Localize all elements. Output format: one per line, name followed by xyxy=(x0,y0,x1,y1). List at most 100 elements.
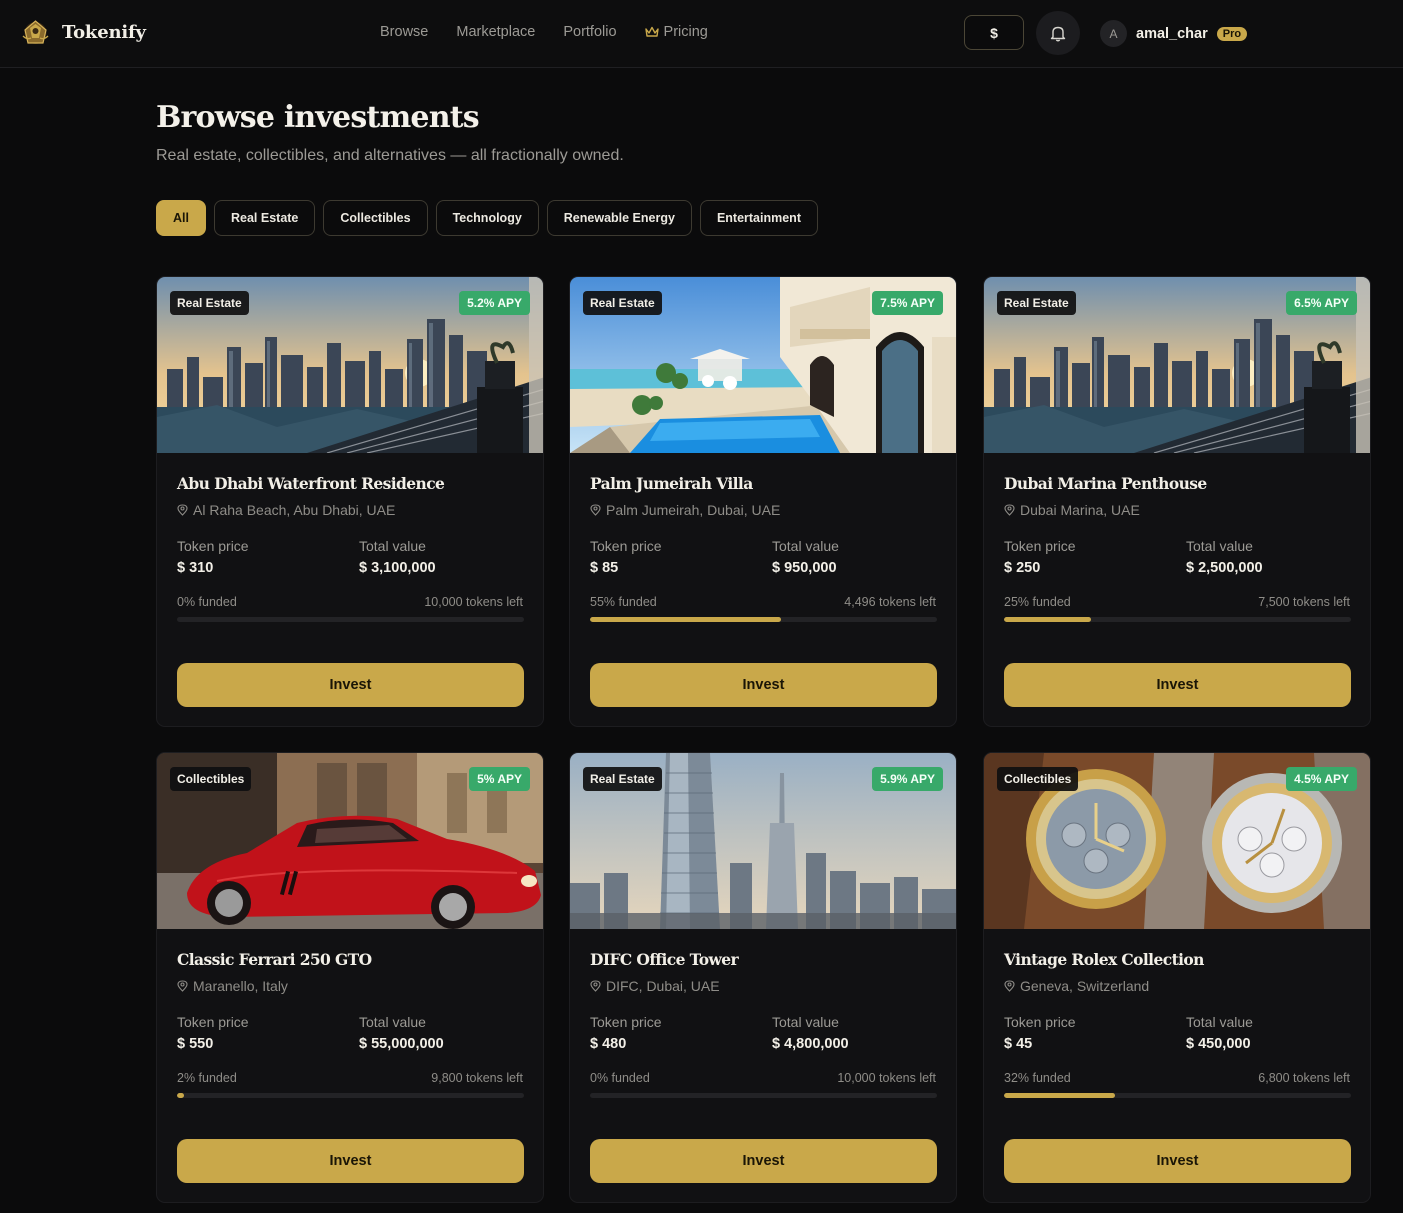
total-value-label: Total value xyxy=(1186,1014,1253,1030)
apy-badge: 6.5% APY xyxy=(1286,291,1357,315)
card-location: Geneva, Switzerland xyxy=(1004,978,1149,994)
funding-progress-bar xyxy=(1004,1093,1351,1098)
card-title: Classic Ferrari 250 GTO xyxy=(177,950,372,969)
user-menu[interactable]: A amal_char Pro xyxy=(1100,20,1248,47)
currency-button[interactable]: $ xyxy=(964,15,1024,50)
funding-progress-bar xyxy=(590,617,937,622)
location-text: Maranello, Italy xyxy=(193,978,288,994)
investment-card[interactable]: Collectibles 4.5% APY Vintage Rolex Coll… xyxy=(983,752,1371,1203)
card-title: Abu Dhabi Waterfront Residence xyxy=(177,474,445,493)
plan-badge: Pro xyxy=(1216,26,1248,41)
total-value-label: Total value xyxy=(772,538,839,554)
token-price-label: Token price xyxy=(590,1014,662,1030)
filter-real-estate[interactable]: Real Estate xyxy=(213,200,316,236)
apy-badge: 5.9% APY xyxy=(872,767,943,791)
token-price-value: $ 550 xyxy=(177,1036,214,1052)
token-price-value: $ 45 xyxy=(1004,1036,1033,1052)
token-price-value: $ 310 xyxy=(177,560,214,576)
total-value-value: $ 2,500,000 xyxy=(1186,560,1263,576)
category-badge: Real Estate xyxy=(583,767,662,791)
filter-entertainment[interactable]: Entertainment xyxy=(699,200,818,236)
card-title: Palm Jumeirah Villa xyxy=(590,474,753,493)
funding-progress-fill xyxy=(1004,1093,1116,1098)
location-text: Geneva, Switzerland xyxy=(1020,978,1150,994)
total-value-value: $ 950,000 xyxy=(772,560,837,576)
filter-collectibles[interactable]: Collectibles xyxy=(323,200,428,236)
nav-pricing[interactable]: Pricing xyxy=(644,24,708,40)
token-price-label: Token price xyxy=(177,538,249,554)
category-badge: Real Estate xyxy=(583,291,662,315)
notifications-button[interactable] xyxy=(1036,11,1080,55)
filter-technology[interactable]: Technology xyxy=(435,200,539,236)
map-pin-icon xyxy=(177,980,188,992)
category-badge: Real Estate xyxy=(997,291,1076,315)
total-value-label: Total value xyxy=(1186,538,1253,554)
investment-card[interactable]: Real Estate 5.9% APY DIFC Office Tower D… xyxy=(569,752,957,1203)
category-badge: Real Estate xyxy=(170,291,249,315)
total-value-label: Total value xyxy=(359,538,426,554)
invest-button[interactable]: Invest xyxy=(1004,1139,1351,1183)
investment-card[interactable]: Real Estate 5.2% APY Abu Dhabi Waterfron… xyxy=(156,276,544,727)
map-pin-icon xyxy=(177,504,188,516)
card-location: Al Raha Beach, Abu Dhabi, UAE xyxy=(177,502,395,518)
funding-progress-bar xyxy=(177,1093,524,1098)
tokens-left-text: 4,496 tokens left xyxy=(844,595,936,609)
card-title: Dubai Marina Penthouse xyxy=(1004,474,1207,493)
total-value-value: $ 3,100,000 xyxy=(359,560,436,576)
funded-text: 55% funded xyxy=(590,595,657,609)
investment-card[interactable]: Real Estate 6.5% APY Dubai Marina Pentho… xyxy=(983,276,1371,727)
invest-button[interactable]: Invest xyxy=(177,663,524,707)
total-value-label: Total value xyxy=(772,1014,839,1030)
card-location: DIFC, Dubai, UAE xyxy=(590,978,720,994)
crown-icon xyxy=(644,26,659,37)
funded-text: 0% funded xyxy=(177,595,237,609)
tokens-left-text: 10,000 tokens left xyxy=(424,595,523,609)
map-pin-icon xyxy=(590,980,601,992)
card-location: Palm Jumeirah, Dubai, UAE xyxy=(590,502,780,518)
funding-progress-bar xyxy=(590,1093,937,1098)
card-location: Dubai Marina, UAE xyxy=(1004,502,1140,518)
tokens-left-text: 10,000 tokens left xyxy=(837,1071,936,1085)
total-value-value: $ 450,000 xyxy=(1186,1036,1251,1052)
map-pin-icon xyxy=(590,504,601,516)
tokens-left-text: 6,800 tokens left xyxy=(1258,1071,1350,1085)
category-badge: Collectibles xyxy=(170,767,252,791)
filter-all[interactable]: All xyxy=(156,200,206,236)
invest-button[interactable]: Invest xyxy=(177,1139,524,1183)
category-badge: Collectibles xyxy=(997,767,1079,791)
card-title: DIFC Office Tower xyxy=(590,950,739,969)
page-title: Browse investments xyxy=(156,100,480,135)
top-navbar: Tokenify Browse Marketplace Portfolio Pr… xyxy=(0,0,1403,68)
funding-progress-fill xyxy=(1004,617,1091,622)
nav-portfolio[interactable]: Portfolio xyxy=(563,24,616,40)
apy-badge: 4.5% APY xyxy=(1286,767,1357,791)
category-filters: All Real Estate Collectibles Technology … xyxy=(156,200,818,236)
investment-card[interactable]: Collectibles 5% APY Classic Ferrari 250 … xyxy=(156,752,544,1203)
token-price-label: Token price xyxy=(177,1014,249,1030)
funded-text: 32% funded xyxy=(1004,1071,1071,1085)
apy-badge: 7.5% APY xyxy=(872,291,943,315)
location-text: Dubai Marina, UAE xyxy=(1020,502,1140,518)
invest-button[interactable]: Invest xyxy=(590,1139,937,1183)
tokens-left-text: 9,800 tokens left xyxy=(431,1071,523,1085)
location-text: Palm Jumeirah, Dubai, UAE xyxy=(606,502,781,518)
crest-logo-icon xyxy=(22,20,49,44)
token-price-label: Token price xyxy=(590,538,662,554)
total-value-label: Total value xyxy=(359,1014,426,1030)
funded-text: 0% funded xyxy=(590,1071,650,1085)
token-price-value: $ 85 xyxy=(590,560,619,576)
invest-button[interactable]: Invest xyxy=(1004,663,1351,707)
invest-button[interactable]: Invest xyxy=(590,663,937,707)
funding-progress-bar xyxy=(1004,617,1351,622)
token-price-value: $ 480 xyxy=(590,1036,627,1052)
filter-renewable-energy[interactable]: Renewable Energy xyxy=(546,200,692,236)
nav-browse[interactable]: Browse xyxy=(380,24,428,40)
funding-progress-bar xyxy=(177,617,524,622)
investment-card[interactable]: Real Estate 7.5% APY Palm Jumeirah Villa… xyxy=(569,276,957,727)
brand[interactable]: Tokenify xyxy=(19,16,146,49)
username: amal_char xyxy=(1136,25,1208,42)
nav-marketplace[interactable]: Marketplace xyxy=(456,24,535,40)
funding-progress-fill xyxy=(590,617,781,622)
token-price-label: Token price xyxy=(1004,1014,1076,1030)
apy-badge: 5.2% APY xyxy=(459,291,530,315)
